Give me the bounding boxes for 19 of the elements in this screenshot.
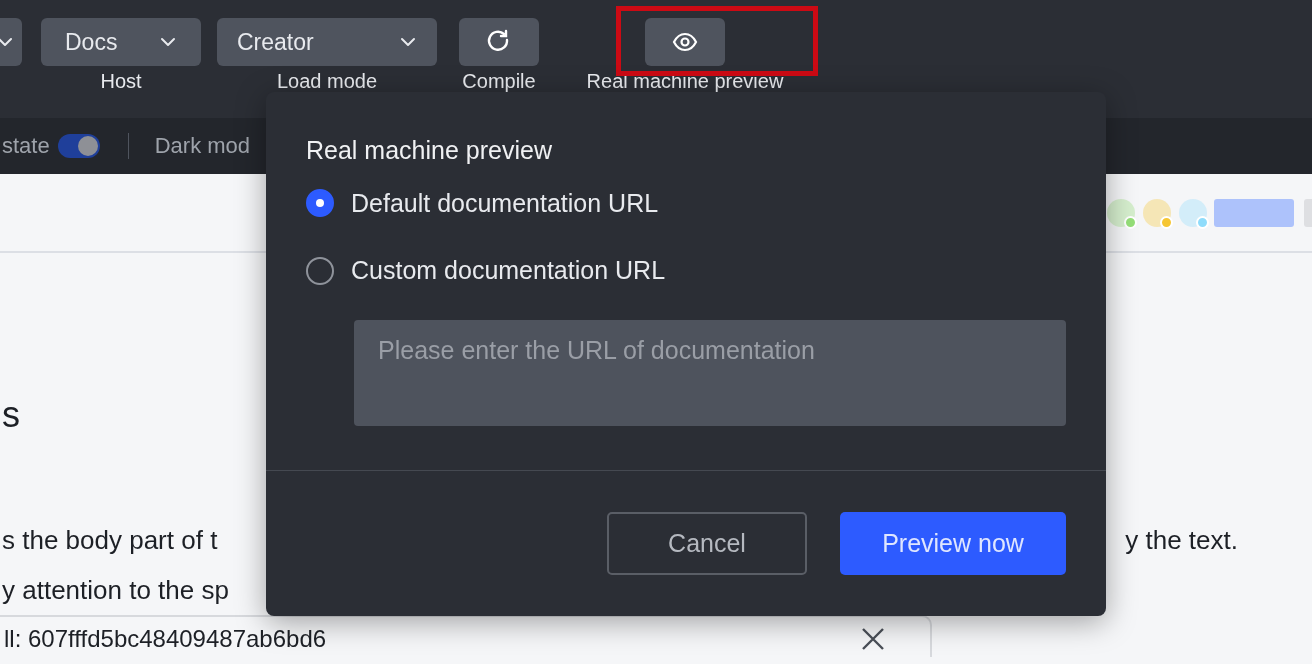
preview-now-button[interactable]: Preview now [840, 512, 1066, 575]
card-text: ll: 607fffd5bc48409487ab6bd6 [4, 624, 327, 654]
toolbar-label: Real machine preview [586, 70, 784, 92]
heading-text: s [2, 395, 21, 435]
url-field[interactable]: Please enter the URL of documentation [354, 320, 1066, 426]
body-text: s the body part of t [2, 524, 218, 557]
toolbar-label: Compile [462, 70, 536, 92]
body-text: y the text. [1125, 524, 1238, 557]
cancel-button[interactable]: Cancel [607, 512, 807, 575]
radio-option[interactable]: Custom documentation URL [306, 254, 1066, 287]
dialog-title: Real machine preview [306, 136, 553, 166]
setting-label: state [2, 133, 50, 159]
radio-option[interactable]: Default documentation URL [306, 187, 1066, 219]
setting-label: Dark mod [154, 133, 251, 159]
dropdown-button[interactable]: Creator [217, 18, 437, 66]
toolbar-label: Load mode [276, 70, 378, 92]
toolbar-label: Host [100, 70, 142, 92]
body-text: y attention to the sp [2, 574, 229, 607]
dropdown-button[interactable]: Docs [41, 18, 201, 66]
